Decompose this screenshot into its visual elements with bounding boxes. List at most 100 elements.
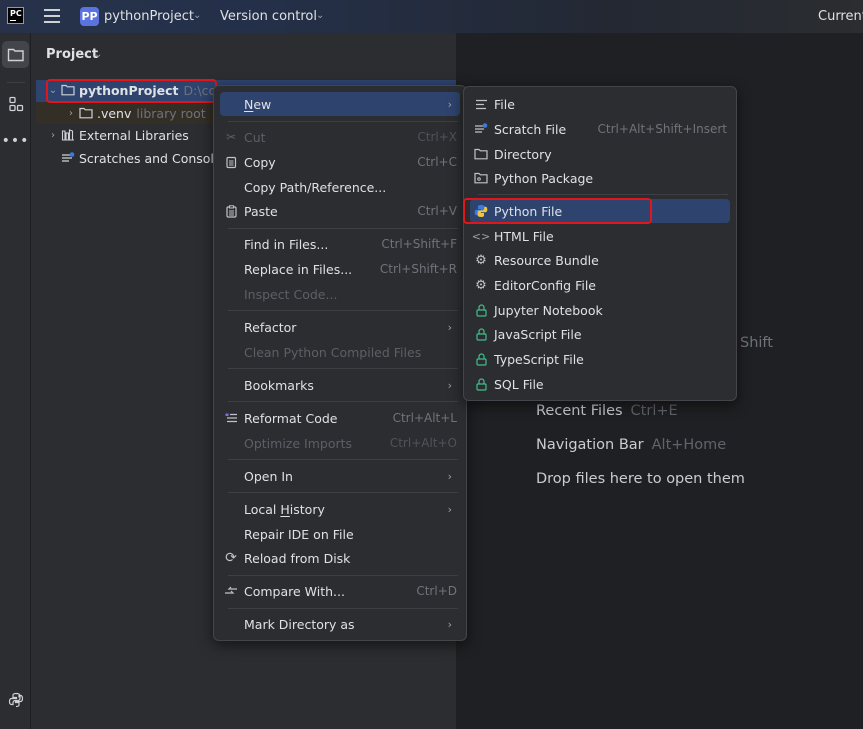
scissors-icon: ✂ xyxy=(225,130,237,144)
submenu-item-directory[interactable]: Directory xyxy=(470,142,730,166)
structure-tool-button[interactable] xyxy=(2,90,29,117)
chevron-down-icon: ⌄ xyxy=(316,10,325,21)
menu-item-label: Paste xyxy=(244,203,278,219)
menu-item-clean-compiled[interactable]: Clean Python Compiled Files xyxy=(220,340,460,364)
main-menu-button[interactable] xyxy=(44,9,60,23)
menu-item-refactor[interactable]: Refactor › xyxy=(220,315,460,339)
chevron-right-icon[interactable]: › xyxy=(64,108,78,119)
menu-item-copy-path[interactable]: Copy Path/Reference... xyxy=(220,175,460,199)
submenu-item-python-package[interactable]: Python Package xyxy=(470,166,730,190)
menu-separator xyxy=(228,575,458,576)
tree-item-hint: library root xyxy=(136,105,206,121)
menu-item-label: Copy xyxy=(244,154,276,170)
menu-item-label: Jupyter Notebook xyxy=(494,302,603,318)
menu-item-label: Copy Path/Reference... xyxy=(244,179,387,195)
menu-item-optimize-imports[interactable]: Optimize Imports Ctrl+Alt+O xyxy=(220,431,460,455)
menu-shortcut: Ctrl+X xyxy=(417,130,457,144)
project-tool-button[interactable] xyxy=(2,41,29,68)
directory-icon xyxy=(473,146,489,162)
submenu-item-editorconfig[interactable]: ⚙ EditorConfig File xyxy=(470,273,730,297)
tree-item-label: Scratches and Consol xyxy=(79,150,214,166)
hint-label: Drop files here to open them xyxy=(536,471,745,487)
panel-title[interactable]: Project xyxy=(46,47,98,62)
hint-shortcut: Ctrl+E xyxy=(630,403,678,419)
menu-item-label: Mark Directory as xyxy=(244,616,355,632)
pycharm-logo-icon: PC xyxy=(7,7,24,24)
chevron-right-icon: › xyxy=(447,97,452,111)
compare-icon xyxy=(223,583,239,599)
menu-item-copy[interactable]: Copy Ctrl+C xyxy=(220,150,460,174)
menu-shortcut: Ctrl+D xyxy=(416,584,457,598)
submenu-item-resource-bundle[interactable]: ⚙ Resource Bundle xyxy=(470,248,730,272)
menu-item-inspect-code[interactable]: Inspect Code... xyxy=(220,282,460,306)
menu-item-label: New xyxy=(244,96,272,112)
file-icon xyxy=(473,96,489,112)
divider xyxy=(7,82,25,83)
menu-separator xyxy=(228,310,458,311)
menu-item-open-in[interactable]: Open In › xyxy=(220,464,460,488)
menu-item-cut[interactable]: ✂ Cut Ctrl+X xyxy=(220,125,460,149)
menu-item-repair-ide[interactable]: Repair IDE on File xyxy=(220,522,460,546)
version-control-menu[interactable]: Version control xyxy=(220,9,317,24)
gear-icon: ⚙ xyxy=(475,252,487,268)
tree-item-venv[interactable]: › .venv library root xyxy=(64,102,206,124)
chevron-right-icon: › xyxy=(447,469,452,483)
submenu-item-jupyter[interactable]: Jupyter Notebook xyxy=(470,298,730,322)
submenu-item-typescript[interactable]: TypeScript File xyxy=(470,347,730,371)
menu-item-label: HTML File xyxy=(494,228,554,244)
menu-separator xyxy=(228,459,458,460)
folder-icon xyxy=(78,106,94,120)
menu-item-label: Repair IDE on File xyxy=(244,526,354,542)
submenu-item-html-file[interactable]: <> HTML File xyxy=(470,224,730,248)
submenu-item-scratch-file[interactable]: Scratch File Ctrl+Alt+Shift+Insert xyxy=(470,117,730,141)
menu-separator xyxy=(228,608,458,609)
menu-item-label: Clean Python Compiled Files xyxy=(244,344,422,360)
chevron-right-icon: › xyxy=(447,378,452,392)
menu-item-paste[interactable]: Paste Ctrl+V xyxy=(220,199,460,223)
menu-item-label: Scratch File xyxy=(494,121,567,137)
menu-item-replace-in-files[interactable]: Replace in Files... Ctrl+Shift+R xyxy=(220,257,460,281)
new-submenu: File Scratch File Ctrl+Alt+Shift+Insert … xyxy=(463,86,737,401)
chevron-right-icon: › xyxy=(447,320,452,334)
project-switcher[interactable]: pythonProject xyxy=(104,9,194,24)
hint-shortcut: Alt+Home xyxy=(651,437,727,453)
menu-item-reload-from-disk[interactable]: ⟳ Reload from Disk xyxy=(220,546,460,570)
python-console-icon xyxy=(8,692,23,707)
project-badge[interactable]: PP xyxy=(80,7,99,26)
structure-icon xyxy=(8,96,23,111)
hint-drop-files: Drop files here to open them xyxy=(536,471,745,487)
submenu-item-sql[interactable]: SQL File xyxy=(470,372,730,396)
title-bar: PC PP pythonProject ⌄ Version control ⌄ … xyxy=(0,0,863,33)
python-console-button[interactable] xyxy=(2,686,29,713)
menu-item-label: Refactor xyxy=(244,319,297,335)
menu-item-reformat-code[interactable]: Reformat Code Ctrl+Alt+L xyxy=(220,406,460,430)
menu-item-find-in-files[interactable]: Find in Files... Ctrl+Shift+F xyxy=(220,232,460,256)
submenu-item-javascript[interactable]: JavaScript File xyxy=(470,322,730,346)
menu-item-new[interactable]: New › xyxy=(220,92,460,116)
lock-icon xyxy=(473,302,489,318)
chevron-right-icon: › xyxy=(447,502,452,516)
menu-item-local-history[interactable]: Local History › xyxy=(220,497,460,521)
menu-item-bookmarks[interactable]: Bookmarks › xyxy=(220,373,460,397)
tree-item-scratches[interactable]: Scratches and Consol xyxy=(46,147,214,169)
menu-item-mark-directory[interactable]: Mark Directory as › xyxy=(220,612,460,636)
annotation-highlight-box xyxy=(463,198,652,224)
tree-item-external-libraries[interactable]: › External Libraries xyxy=(46,124,189,146)
library-icon xyxy=(60,128,76,142)
submenu-item-file[interactable]: File xyxy=(470,92,730,116)
context-menu: New › ✂ Cut Ctrl+X Copy Ctrl+C Copy Path… xyxy=(213,85,467,641)
menu-item-label: TypeScript File xyxy=(494,351,584,367)
tree-item-label: .venv xyxy=(97,105,132,121)
chevron-down-icon[interactable]: ⌄ xyxy=(94,49,102,60)
run-config-selector[interactable]: Current xyxy=(818,9,863,24)
menu-item-label: Bookmarks xyxy=(244,377,314,393)
menu-separator xyxy=(228,401,458,402)
menu-item-label: SQL File xyxy=(494,376,544,392)
lock-icon xyxy=(473,326,489,342)
hint-label: Recent Files xyxy=(536,403,623,419)
menu-item-compare-with[interactable]: Compare With... Ctrl+D xyxy=(220,579,460,603)
chevron-right-icon[interactable]: › xyxy=(46,130,60,141)
menu-item-label: Compare With... xyxy=(244,583,345,599)
more-tools-button[interactable]: ••• xyxy=(2,127,29,154)
menu-item-label: Optimize Imports xyxy=(244,435,353,451)
